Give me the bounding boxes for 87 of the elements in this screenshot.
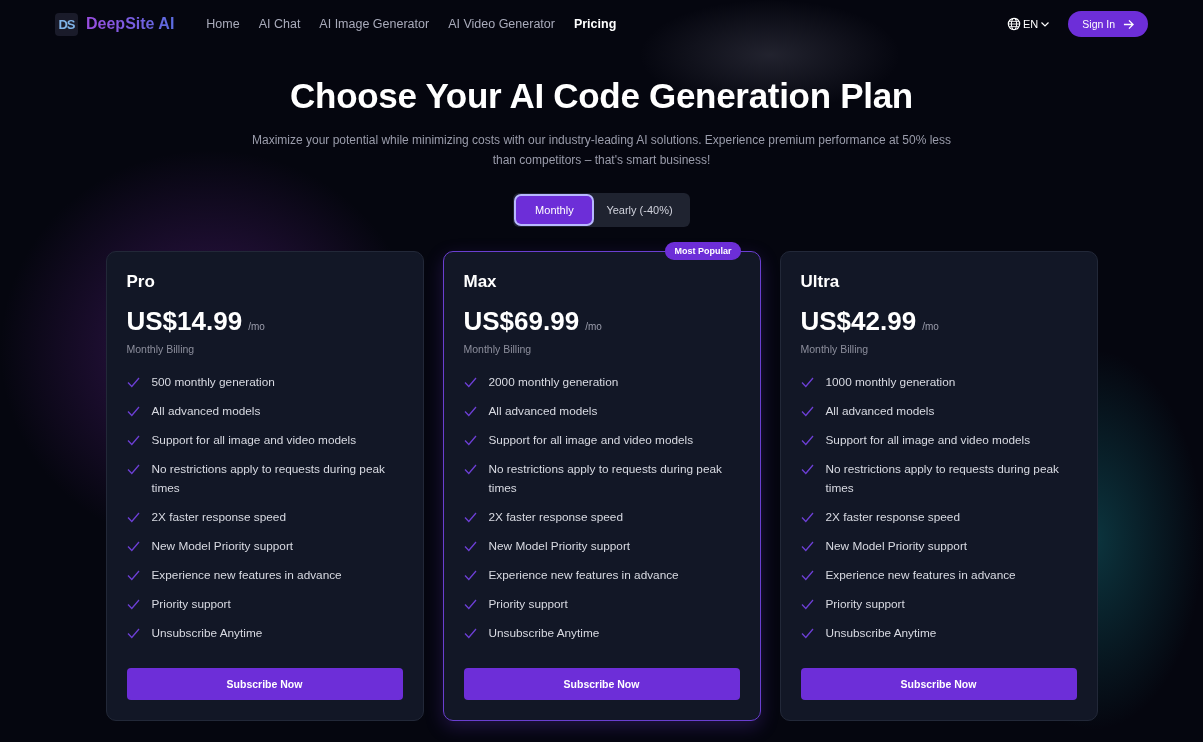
feature-text: 2000 monthly generation [488,374,619,391]
plan-price: US$14.99 [126,306,243,337]
check-icon [800,406,814,417]
feature-text: Unsubscribe Anytime [488,625,600,642]
feature-text: 1000 monthly generation [825,374,956,391]
check-icon [463,628,477,639]
check-icon [126,570,140,581]
check-icon [126,512,140,523]
feature-text: All advanced models [488,403,598,420]
nav-link[interactable]: AI Chat [258,17,301,31]
check-icon [463,377,477,388]
check-icon [463,599,477,610]
check-icon [800,599,814,610]
feature-text: New Model Priority support [151,538,294,555]
plan-name: Max [463,272,498,292]
feature-text: No restrictions apply to requests during peak times [488,461,723,497]
feature-text: All advanced models [825,403,935,420]
check-icon [463,406,477,417]
feature-text: 2X faster response speed [488,509,623,526]
check-icon [126,599,140,610]
check-icon [126,628,140,639]
feature-text: New Model Priority support [825,538,968,555]
feature-text: All advanced models [151,403,261,420]
feature-text: Support for all image and video models [151,432,357,449]
feature-text: Priority support [825,596,905,613]
check-icon [463,541,477,552]
page-title: Choose Your AI Code Generation Plan [290,76,913,116]
feature-text: New Model Priority support [488,538,631,555]
check-icon [126,377,140,388]
brand-name[interactable]: DeepSite AI [86,15,175,33]
check-icon [800,541,814,552]
price-period: /mo [585,321,602,332]
check-icon [126,435,140,446]
feature-text: No restrictions apply to requests during peak times [825,461,1060,497]
check-icon [800,628,814,639]
feature-text: 2X faster response speed [151,509,286,526]
language-selector[interactable]: EN [1007,17,1051,31]
check-icon [463,435,477,446]
feature-text: Unsubscribe Anytime [825,625,937,642]
feature-text: Experience new features in advance [151,567,342,584]
feature-text: Experience new features in advance [488,567,679,584]
nav-link[interactable]: AI Image Generator [319,17,430,31]
nav-link[interactable]: Pricing [573,17,617,31]
price-period: /mo [922,321,939,332]
check-icon [800,377,814,388]
logo-icon[interactable]: DS [55,12,78,36]
feature-text: 2X faster response speed [825,509,960,526]
check-icon [126,464,140,475]
feature-text: Priority support [151,596,231,613]
billing-note: Monthly Billing [126,343,196,355]
check-icon [126,541,140,552]
check-icon [126,406,140,417]
check-icon [463,464,477,475]
feature-text: Support for all image and video models [825,432,1031,449]
globe-icon [1007,17,1021,31]
feature-text: 500 monthly generation [151,374,275,391]
check-icon [800,435,814,446]
price-period: /mo [248,321,265,332]
billing-option[interactable]: Monthly [516,196,593,224]
nav-link[interactable]: AI Video Generator [448,17,555,31]
feature-text: Experience new features in advance [825,567,1016,584]
chevron-down-icon [1040,19,1051,29]
subscribe-button[interactable]: Subscribe Now [800,668,1077,700]
feature-text: Unsubscribe Anytime [151,625,263,642]
plan-price: US$42.99 [800,306,917,337]
arrow-right-icon [1123,18,1134,30]
check-icon [463,512,477,523]
feature-text: Priority support [488,596,568,613]
subscribe-button[interactable]: Subscribe Now [463,668,740,700]
check-icon [463,570,477,581]
check-icon [800,464,814,475]
subscribe-button[interactable]: Subscribe Now [126,668,403,700]
language-code: EN [1023,18,1039,30]
plan-name: Ultra [800,272,841,292]
billing-note: Monthly Billing [800,343,870,355]
check-icon [800,512,814,523]
sign-in-button[interactable]: Sign In [1068,11,1148,37]
nav-link[interactable]: Home [206,17,240,31]
billing-option[interactable]: Yearly (-40%) [592,196,687,224]
page-subtitle: Maximize your potential while minimizing costs with our industry-leading AI solutions. Experience premium performance at 50% less than competitors – that's smart business! [251,132,952,169]
check-icon [800,570,814,581]
feature-text: Support for all image and video models [488,432,694,449]
popular-badge: Most Popular [665,242,741,260]
plan-name: Pro [126,272,156,292]
billing-note: Monthly Billing [463,343,533,355]
feature-text: No restrictions apply to requests during peak times [151,461,386,497]
plan-price: US$69.99 [463,306,580,337]
